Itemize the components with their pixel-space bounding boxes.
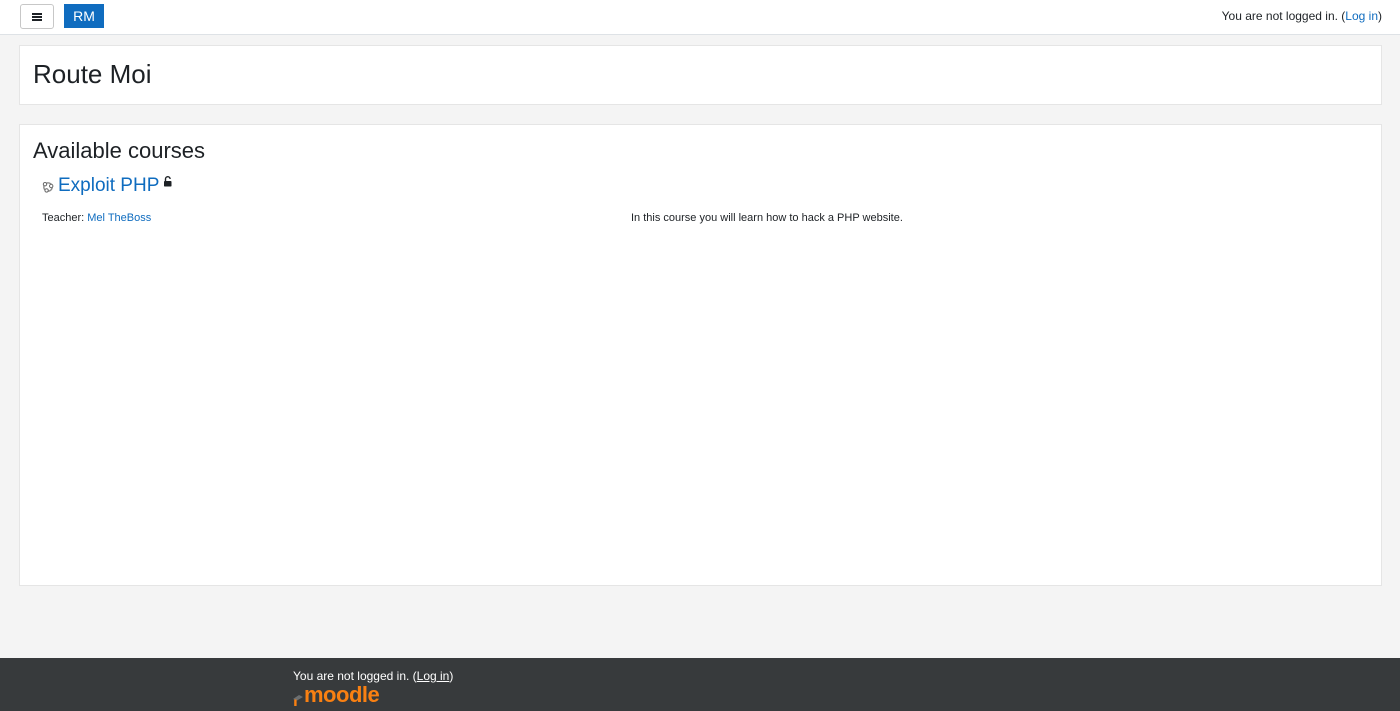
top-navbar: RM You are not logged in. (Log in) xyxy=(0,0,1400,35)
course-item: Exploit PHP xyxy=(42,175,173,197)
page-title: Route Moi xyxy=(33,59,152,89)
login-info: You are not logged in. (Log in) xyxy=(1222,9,1382,23)
main-content: Available courses Exploit PHP Teacher: M… xyxy=(19,124,1382,586)
course-icon xyxy=(42,182,54,193)
hamburger-icon xyxy=(32,12,42,21)
course-summary: In this course you will learn how to hac… xyxy=(631,212,903,224)
teacher-label: Teacher: xyxy=(42,212,88,224)
menu-toggle-button[interactable] xyxy=(20,4,54,29)
moodle-logo[interactable]: moodle xyxy=(293,682,380,707)
site-brand-label: RM xyxy=(73,8,95,24)
footer-login-info: You are not logged in. (Log in) xyxy=(293,669,453,683)
site-brand-button[interactable]: RM xyxy=(64,4,104,28)
teacher-link[interactable]: Mel TheBoss xyxy=(87,212,151,224)
footer-login-suffix: ) xyxy=(449,669,454,683)
moodle-logo-text: moodle xyxy=(304,682,380,707)
section-title: Available courses xyxy=(33,138,206,163)
login-link[interactable]: Log in xyxy=(1345,9,1378,23)
footer-login-prefix: You are not logged in. ( xyxy=(293,669,417,683)
page-header: Route Moi xyxy=(19,45,1382,105)
footer-login-link[interactable]: Log in xyxy=(417,669,450,683)
moodle-hat-icon xyxy=(293,695,303,706)
login-info-prefix: You are not logged in. ( xyxy=(1221,9,1346,23)
login-info-suffix: ) xyxy=(1378,9,1382,23)
page-footer: You are not logged in. (Log in) moodle xyxy=(0,658,1400,711)
course-teacher: Teacher: Mel TheBoss xyxy=(42,212,151,224)
unlock-icon xyxy=(164,176,172,187)
course-link[interactable]: Exploit PHP xyxy=(58,175,159,197)
